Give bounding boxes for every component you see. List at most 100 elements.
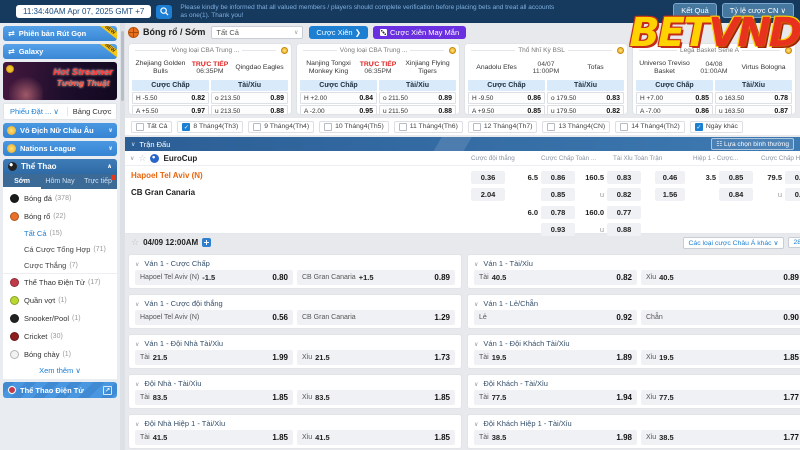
chevron-down-icon[interactable]: ∨: [135, 262, 139, 268]
chevron-down-icon[interactable]: ∨: [474, 342, 478, 348]
market-odds-cell[interactable]: Xỉu19.51.85: [641, 350, 800, 365]
sports-tab-Trực tiếp[interactable]: Trực tiếp: [79, 174, 117, 189]
market-odds-cell[interactable]: Xỉu77.51.77: [641, 390, 800, 405]
market-odds-cell[interactable]: Xỉu40.50.89: [641, 270, 800, 285]
sports-panel-header[interactable]: Thể Thao ∧: [3, 159, 117, 174]
odds-cell[interactable]: o 163.500.78: [715, 92, 792, 104]
market-odds-cell[interactable]: Xỉu38.51.77: [641, 430, 800, 445]
date-filter-14 Tháng4(Th2)[interactable]: 14 Tháng4(Th2): [615, 121, 685, 133]
away-team-name[interactable]: CB Gran Canaria: [131, 188, 195, 197]
sidebar-item-Thể Thao Điện Tử[interactable]: Thể Thao Điện Tử(17): [3, 273, 117, 291]
date-filter-8 Tháng4(Th3)[interactable]: ✓8 Tháng4(Th3): [177, 121, 243, 133]
league-filter-select[interactable]: Tất Cả ∨: [211, 26, 303, 39]
market-odds-cell[interactable]: Tài77.51.94: [474, 390, 637, 405]
chevron-down-icon[interactable]: ∨: [135, 382, 139, 388]
odds-cell[interactable]: H +2.000.84: [300, 92, 377, 104]
date-filter-9 Tháng4(Th4)[interactable]: 9 Tháng4(Th4): [248, 121, 314, 133]
sidebar-quick-link[interactable]: ⇄GalaxyNEW: [3, 44, 117, 59]
chevron-down-icon[interactable]: ∨: [135, 422, 139, 428]
odds-cell[interactable]: u 211.500.88: [379, 105, 456, 115]
market-odds-cell[interactable]: Tài38.51.98: [474, 430, 637, 445]
parlay-button[interactable]: Cược Xiên ❯: [309, 26, 368, 39]
market-odds-cell[interactable]: Hapoel Tel Aviv (N)-1.50.80: [135, 270, 293, 285]
odds-cell[interactable]: 0.46: [655, 171, 685, 184]
chevron-down-icon[interactable]: ∨: [474, 382, 478, 388]
odds-cell[interactable]: 0.88: [607, 223, 641, 236]
checkbox-icon[interactable]: [620, 123, 628, 131]
scrollbar-thumb[interactable]: [121, 31, 124, 101]
sidebar-quick-link[interactable]: ⇄Phiên bản Rút GọnNEW: [3, 26, 117, 41]
sports-tab-Sớm[interactable]: Sớm: [3, 174, 41, 189]
favorite-star-icon[interactable]: ☆: [131, 237, 139, 248]
market-odds-cell[interactable]: Lẻ0.92: [474, 310, 637, 325]
odds-cell[interactable]: H -9.500.86: [468, 92, 545, 104]
sidebar-item-Snooker/Pool[interactable]: Snooker/Pool(1): [3, 309, 117, 327]
chevron-down-icon[interactable]: ∨: [474, 422, 478, 428]
sidebar-item-Quần vợt[interactable]: Quần vợt(1): [3, 291, 117, 309]
checkbox-icon[interactable]: [547, 123, 555, 131]
date-filter-13 Tháng4(CN)[interactable]: 13 Tháng4(CN): [542, 121, 610, 133]
market-odds-cell[interactable]: CB Gran Canaria+1.50.89: [297, 270, 455, 285]
checkbox-icon[interactable]: [473, 123, 481, 131]
date-filter-12 Tháng4(Th7)[interactable]: 12 Tháng4(Th7): [468, 121, 538, 133]
market-odds-cell[interactable]: Tài40.50.82: [474, 270, 637, 285]
odds-cell[interactable]: 1.56: [655, 188, 685, 201]
lucky-parlay-button[interactable]: Cược Xiên May Mắn: [373, 26, 466, 39]
odds-cell[interactable]: 0.78: [541, 206, 575, 219]
display-mode-button[interactable]: ☷ Lựa chọn bình thường: [711, 138, 794, 150]
chevron-down-icon[interactable]: ∨: [474, 262, 478, 268]
odds-cell[interactable]: H -5.500.82: [132, 92, 209, 104]
market-odds-cell[interactable]: Chẵn0.90: [641, 310, 800, 325]
odds-cell[interactable]: o 213.500.89: [211, 92, 288, 104]
statistics-icon[interactable]: [202, 238, 211, 247]
market-odds-cell[interactable]: Tài21.51.99: [135, 350, 293, 365]
chevron-down-icon[interactable]: ∨: [135, 342, 139, 348]
promo-banner[interactable]: Hot Streamer Tường Thuật: [3, 62, 117, 100]
sidebar-subitem-Tất Cả[interactable]: Tất Cả(15): [3, 225, 117, 241]
date-filter-10 Tháng4(Th5)[interactable]: 10 Tháng4(Th5): [319, 121, 389, 133]
odds-cell[interactable]: H +7.000.85: [636, 92, 713, 104]
market-odds-cell[interactable]: CB Gran Canaria1.29: [297, 310, 455, 325]
search-button[interactable]: [156, 5, 172, 19]
odds-cell[interactable]: 2.04: [471, 188, 505, 201]
odds-cell[interactable]: o 211.500.89: [379, 92, 456, 104]
odds-cell[interactable]: A -2.000.95: [300, 105, 377, 115]
results-button[interactable]: Kết Quả: [673, 3, 717, 18]
odds-cell[interactable]: u 179.500.82: [547, 105, 624, 115]
sidebar-item-Bóng rổ[interactable]: Bóng rổ(22): [3, 207, 117, 225]
date-filter-Tất Cả[interactable]: Tất Cả: [131, 121, 172, 133]
odds-cell[interactable]: 0.77: [607, 206, 641, 219]
sidebar-subitem-Cược Thắng[interactable]: Cược Thắng(7): [3, 257, 117, 273]
checkbox-icon[interactable]: [324, 123, 332, 131]
market-odds-cell[interactable]: Tài41.51.85: [135, 430, 293, 445]
checkbox-icon[interactable]: [399, 123, 407, 131]
market-odds-cell[interactable]: Xỉu41.51.85: [297, 430, 455, 445]
checkbox-icon[interactable]: ✓: [695, 123, 703, 131]
odds-cell[interactable]: A +9.500.85: [468, 105, 545, 115]
odds-cell[interactable]: A +5.500.97: [132, 105, 209, 115]
sports-tab-Hôm Nay[interactable]: Hôm Nay: [41, 174, 79, 189]
checkbox-icon[interactable]: [253, 123, 261, 131]
odds-cell[interactable]: A -7.000.86: [636, 105, 713, 115]
odds-cell[interactable]: 0.83: [607, 171, 641, 184]
esports-bar-link[interactable]: Thể Thao Điện Tử ↗: [3, 382, 117, 398]
odds-cell[interactable]: 0.93: [541, 223, 575, 236]
favorite-star-icon[interactable]: ☆: [138, 153, 146, 164]
sidebar-item-Bóng đá[interactable]: Bóng đá(378): [3, 189, 117, 207]
market-odds-cell[interactable]: Xỉu83.51.85: [297, 390, 455, 405]
checkbox-icon[interactable]: [136, 123, 144, 131]
sidebar-league-link[interactable]: Nations League∨: [3, 141, 117, 156]
tab-bet-slip[interactable]: Phiếu Đặt ... ∨: [4, 107, 68, 116]
market-odds-cell[interactable]: Hapoel Tel Aviv (N)0.56: [135, 310, 293, 325]
show-more-link[interactable]: Xem thêm ∨: [3, 363, 117, 379]
market-odds-cell[interactable]: Tài83.51.85: [135, 390, 293, 405]
date-filter-11 Tháng4(Th6)[interactable]: 11 Tháng4(Th6): [394, 121, 463, 133]
odds-cell[interactable]: 0.84: [719, 188, 753, 201]
sidebar-league-link[interactable]: Vô Địch Nữ Châu Âu∨: [3, 123, 117, 138]
odds-cell[interactable]: 0.80: [785, 188, 800, 201]
date-filter-Ngày khác[interactable]: ✓Ngày khác: [690, 121, 743, 133]
odds-cell[interactable]: 0.85: [719, 171, 753, 184]
checkbox-icon[interactable]: ✓: [182, 123, 190, 131]
odds-cell[interactable]: 0.81: [785, 171, 800, 184]
chevron-down-icon[interactable]: ∨: [131, 141, 135, 148]
